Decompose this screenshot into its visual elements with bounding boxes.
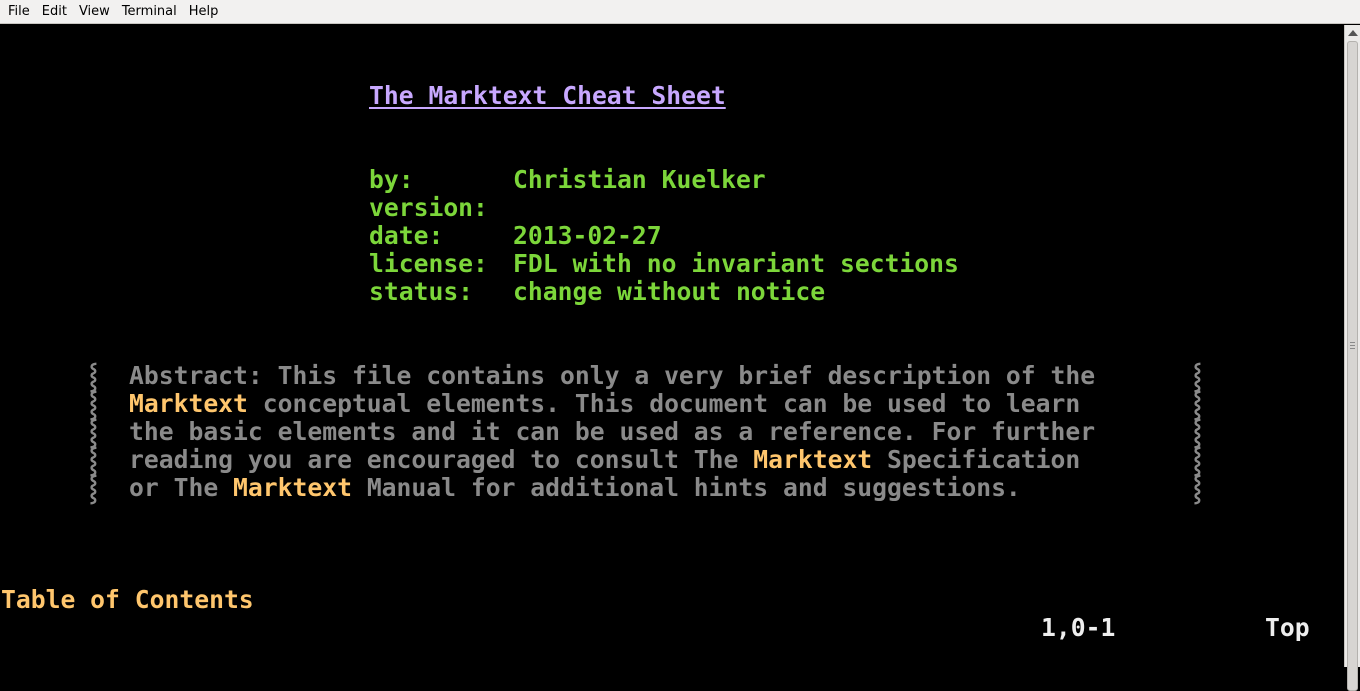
abstract-line-4: reading you are encouraged to consult Th… [129,446,1080,474]
meta-key-version: version: [369,193,488,222]
scroll-up-arrow-icon[interactable] [1348,30,1358,36]
abstract-text: Specification [872,445,1081,474]
abstract-right-marker: ⸾ [1193,445,1202,474]
menu-view[interactable]: View [75,4,114,19]
menu-file[interactable]: File [4,4,34,19]
menu-help[interactable]: Help [185,4,223,19]
abstract-text: reading you are encouraged to consult Th… [129,445,754,474]
abstract-line-1: Abstract: This file contains only a very… [129,362,1095,390]
marktext-highlight: Marktext [753,445,873,474]
abstract-left-marker: ⸾ [89,361,98,390]
grip-line [1350,348,1355,349]
meta-value-license: FDL with no invariant sections [513,249,959,278]
grip-line [1350,345,1355,346]
abstract-right-marker: ⸾ [1193,361,1202,390]
terminal-area[interactable]: The Marktext Cheat Sheet by: Christian K… [0,25,1344,667]
meta-key-by: by: [369,165,414,194]
abstract-left-marker: ⸾ [89,417,98,446]
scroll-indicator: Top [1265,613,1310,642]
meta-value-by: Christian Kuelker [513,165,766,194]
abstract-right-marker: ⸾ [1193,473,1202,502]
abstract-text: Manual for additional hints and suggesti… [351,473,1021,502]
toc-heading: Table of Contents [1,585,254,614]
abstract-right-marker: ⸾ [1193,417,1202,446]
marktext-highlight: Marktext [233,473,352,502]
meta-key-status: status: [369,277,474,306]
grip-line [1350,342,1355,343]
abstract-left-marker: ⸾ [89,473,98,502]
abstract-right-marker: ⸾ [1193,389,1202,418]
abstract-text: Abstract: This file contains only a very… [129,361,1096,390]
abstract-left-marker: ⸾ [89,389,98,418]
meta-key-license: license: [369,249,488,278]
document-title: The Marktext Cheat Sheet [369,81,726,110]
scrollbar-thumb[interactable] [1347,41,1358,691]
abstract-text: conceptual elements. This document can b… [247,389,1081,418]
meta-value-status: change without notice [513,277,826,306]
meta-key-date: date: [369,221,444,250]
cursor-position: 1,0-1 [1041,613,1116,642]
menu-edit[interactable]: Edit [38,4,71,19]
menu-terminal[interactable]: Terminal [118,4,181,19]
abstract-line-5: or The Marktext Manual for additional hi… [129,474,1021,502]
marktext-highlight: Marktext [129,389,248,418]
abstract-line-3: the basic elements and it can be used as… [129,418,1095,446]
abstract-text: the basic elements and it can be used as… [129,417,1096,446]
abstract-text: or The [129,473,234,502]
menu-bar: File Edit View Terminal Help [0,0,1360,24]
meta-value-date: 2013-02-27 [513,221,662,250]
abstract-left-marker: ⸾ [89,445,98,474]
vertical-scrollbar[interactable] [1344,25,1360,691]
abstract-line-2: Marktext conceptual elements. This docum… [129,390,1080,418]
